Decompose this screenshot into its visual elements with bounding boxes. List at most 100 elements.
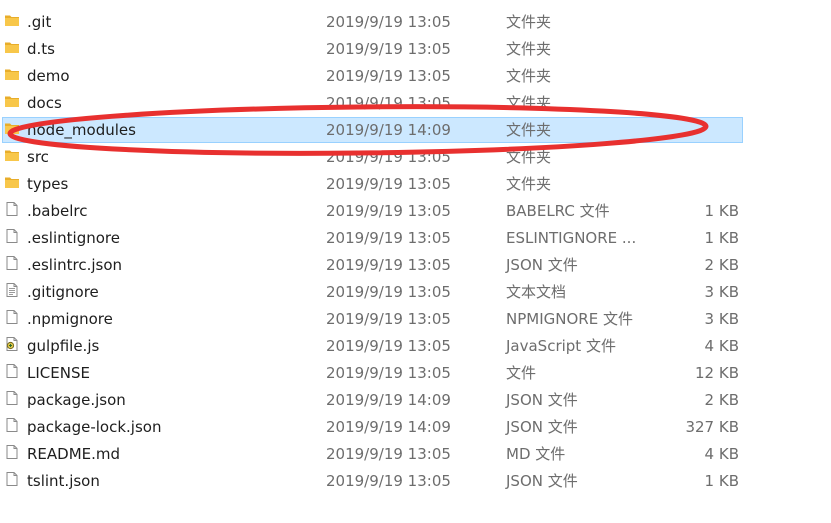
file-date-modified: 2019/9/19 13:05: [326, 364, 451, 382]
folder-icon: [4, 12, 20, 28]
file-size: 1 KB: [704, 229, 739, 247]
file-row[interactable]: .babelrc 2019/9/19 13:05 BABELRC 文件 1 KB: [0, 198, 831, 225]
file-type: 文本文档: [506, 283, 567, 301]
file-date-modified: 2019/9/19 13:05: [326, 310, 451, 328]
file-date-modified: 2019/9/19 13:05: [326, 175, 451, 193]
folder-icon: [4, 174, 20, 190]
file-row[interactable]: src 2019/9/19 13:05 文件夹: [0, 144, 831, 171]
file-name: gulpfile.js: [27, 337, 100, 355]
file-size: 4 KB: [704, 445, 739, 463]
file-icon: [4, 363, 20, 379]
file-row[interactable]: tslint.json 2019/9/19 13:05 JSON 文件 1 KB: [0, 468, 831, 495]
file-name: .git: [27, 13, 52, 31]
file-name: README.md: [27, 445, 121, 463]
file-type: 文件: [506, 364, 537, 382]
file-icon: [4, 255, 20, 271]
file-date-modified: 2019/9/19 13:05: [326, 202, 451, 220]
file-type: JSON 文件: [506, 418, 578, 436]
file-type: JSON 文件: [506, 472, 578, 490]
file-type: JSON 文件: [506, 391, 578, 409]
script-file-icon: [4, 336, 20, 352]
file-date-modified: 2019/9/19 13:05: [326, 229, 451, 247]
file-size: 3 KB: [704, 283, 739, 301]
file-row[interactable]: .gitignore 2019/9/19 13:05 文本文档 3 KB: [0, 279, 831, 306]
file-type: 文件夹: [506, 148, 552, 166]
file-row[interactable]: gulpfile.js 2019/9/19 13:05 JavaScript 文件 4…: [0, 333, 831, 360]
file-type: ESLINTIGNORE ...: [506, 229, 637, 247]
file-date-modified: 2019/9/19 14:09: [326, 391, 451, 409]
file-size: 2 KB: [704, 391, 739, 409]
file-date-modified: 2019/9/19 13:05: [326, 148, 451, 166]
folder-icon: [4, 39, 20, 55]
file-size: 3 KB: [704, 310, 739, 328]
file-name: .npmignore: [27, 310, 113, 328]
file-name: types: [27, 175, 69, 193]
file-row[interactable]: package.json 2019/9/19 14:09 JSON 文件 2 KB: [0, 387, 831, 414]
file-name: tslint.json: [27, 472, 100, 490]
file-icon: [4, 471, 20, 487]
folder-icon: [4, 147, 20, 163]
file-date-modified: 2019/9/19 13:05: [326, 283, 451, 301]
file-date-modified: 2019/9/19 13:05: [326, 94, 451, 112]
file-date-modified: 2019/9/19 14:09: [326, 121, 451, 139]
file-size: 2 KB: [704, 256, 739, 274]
file-type: JavaScript 文件: [506, 337, 616, 355]
folder-icon: [4, 120, 20, 136]
file-size: 1 KB: [704, 472, 739, 490]
file-date-modified: 2019/9/19 13:05: [326, 40, 451, 58]
file-type: JSON 文件: [506, 256, 578, 274]
file-type: 文件夹: [506, 121, 552, 139]
file-row[interactable]: docs 2019/9/19 13:05 文件夹: [0, 90, 831, 117]
file-date-modified: 2019/9/19 13:05: [326, 472, 451, 490]
file-row[interactable]: types 2019/9/19 13:05 文件夹: [0, 171, 831, 198]
folder-icon: [4, 93, 20, 109]
file-name: .eslintrc.json: [27, 256, 123, 274]
file-name: node_modules: [27, 121, 136, 139]
file-icon: [4, 201, 20, 217]
file-row[interactable]: .eslintignore 2019/9/19 13:05 ESLINTIGNORE…: [0, 225, 831, 252]
file-name: LICENSE: [27, 364, 90, 382]
file-name: .eslintignore: [27, 229, 120, 247]
file-row[interactable]: package-lock.json 2019/9/19 14:09 JSON 文件 3…: [0, 414, 831, 441]
file-icon: [4, 228, 20, 244]
file-type: MD 文件: [506, 445, 566, 463]
file-date-modified: 2019/9/19 13:05: [326, 13, 451, 31]
file-type: 文件夹: [506, 94, 552, 112]
file-type: 文件夹: [506, 13, 552, 31]
file-name: .gitignore: [27, 283, 99, 301]
file-date-modified: 2019/9/19 13:05: [326, 445, 451, 463]
file-icon: [4, 390, 20, 406]
file-date-modified: 2019/9/19 13:05: [326, 256, 451, 274]
file-type: BABELRC 文件: [506, 202, 610, 220]
file-name: .babelrc: [27, 202, 88, 220]
file-size: 327 KB: [685, 418, 739, 436]
file-date-modified: 2019/9/19 13:05: [326, 337, 451, 355]
file-row[interactable]: LICENSE 2019/9/19 13:05 文件 12 KB: [0, 360, 831, 387]
file-name: docs: [27, 94, 62, 112]
file-row[interactable]: .eslintrc.json 2019/9/19 13:05 JSON 文件 2 KB: [0, 252, 831, 279]
file-size: 4 KB: [704, 337, 739, 355]
file-icon: [4, 444, 20, 460]
file-date-modified: 2019/9/19 13:05: [326, 67, 451, 85]
file-name: src: [27, 148, 49, 166]
file-name: package-lock.json: [27, 418, 162, 436]
file-icon: [4, 417, 20, 433]
file-type: 文件夹: [506, 40, 552, 58]
file-name: demo: [27, 67, 70, 85]
file-type: NPMIGNORE 文件: [506, 310, 633, 328]
text-file-icon: [4, 282, 20, 298]
file-size: 12 KB: [695, 364, 739, 382]
file-row[interactable]: node_modules 2019/9/19 14:09 文件夹: [0, 117, 831, 144]
file-size: 1 KB: [704, 202, 739, 220]
file-row[interactable]: demo 2019/9/19 13:05 文件夹: [0, 63, 831, 90]
file-date-modified: 2019/9/19 14:09: [326, 418, 451, 436]
file-type: 文件夹: [506, 175, 552, 193]
file-name: d.ts: [27, 40, 55, 58]
file-type: 文件夹: [506, 67, 552, 85]
file-row[interactable]: .npmignore 2019/9/19 13:05 NPMIGNORE 文件 3 K…: [0, 306, 831, 333]
file-row[interactable]: d.ts 2019/9/19 13:05 文件夹: [0, 36, 831, 63]
file-row[interactable]: README.md 2019/9/19 13:05 MD 文件 4 KB: [0, 441, 831, 468]
file-row[interactable]: .git 2019/9/19 13:05 文件夹: [0, 9, 831, 36]
folder-icon: [4, 66, 20, 82]
file-list: .git 2019/9/19 13:05 文件夹 d.ts 2019/9/19 13:0…: [0, 9, 831, 495]
